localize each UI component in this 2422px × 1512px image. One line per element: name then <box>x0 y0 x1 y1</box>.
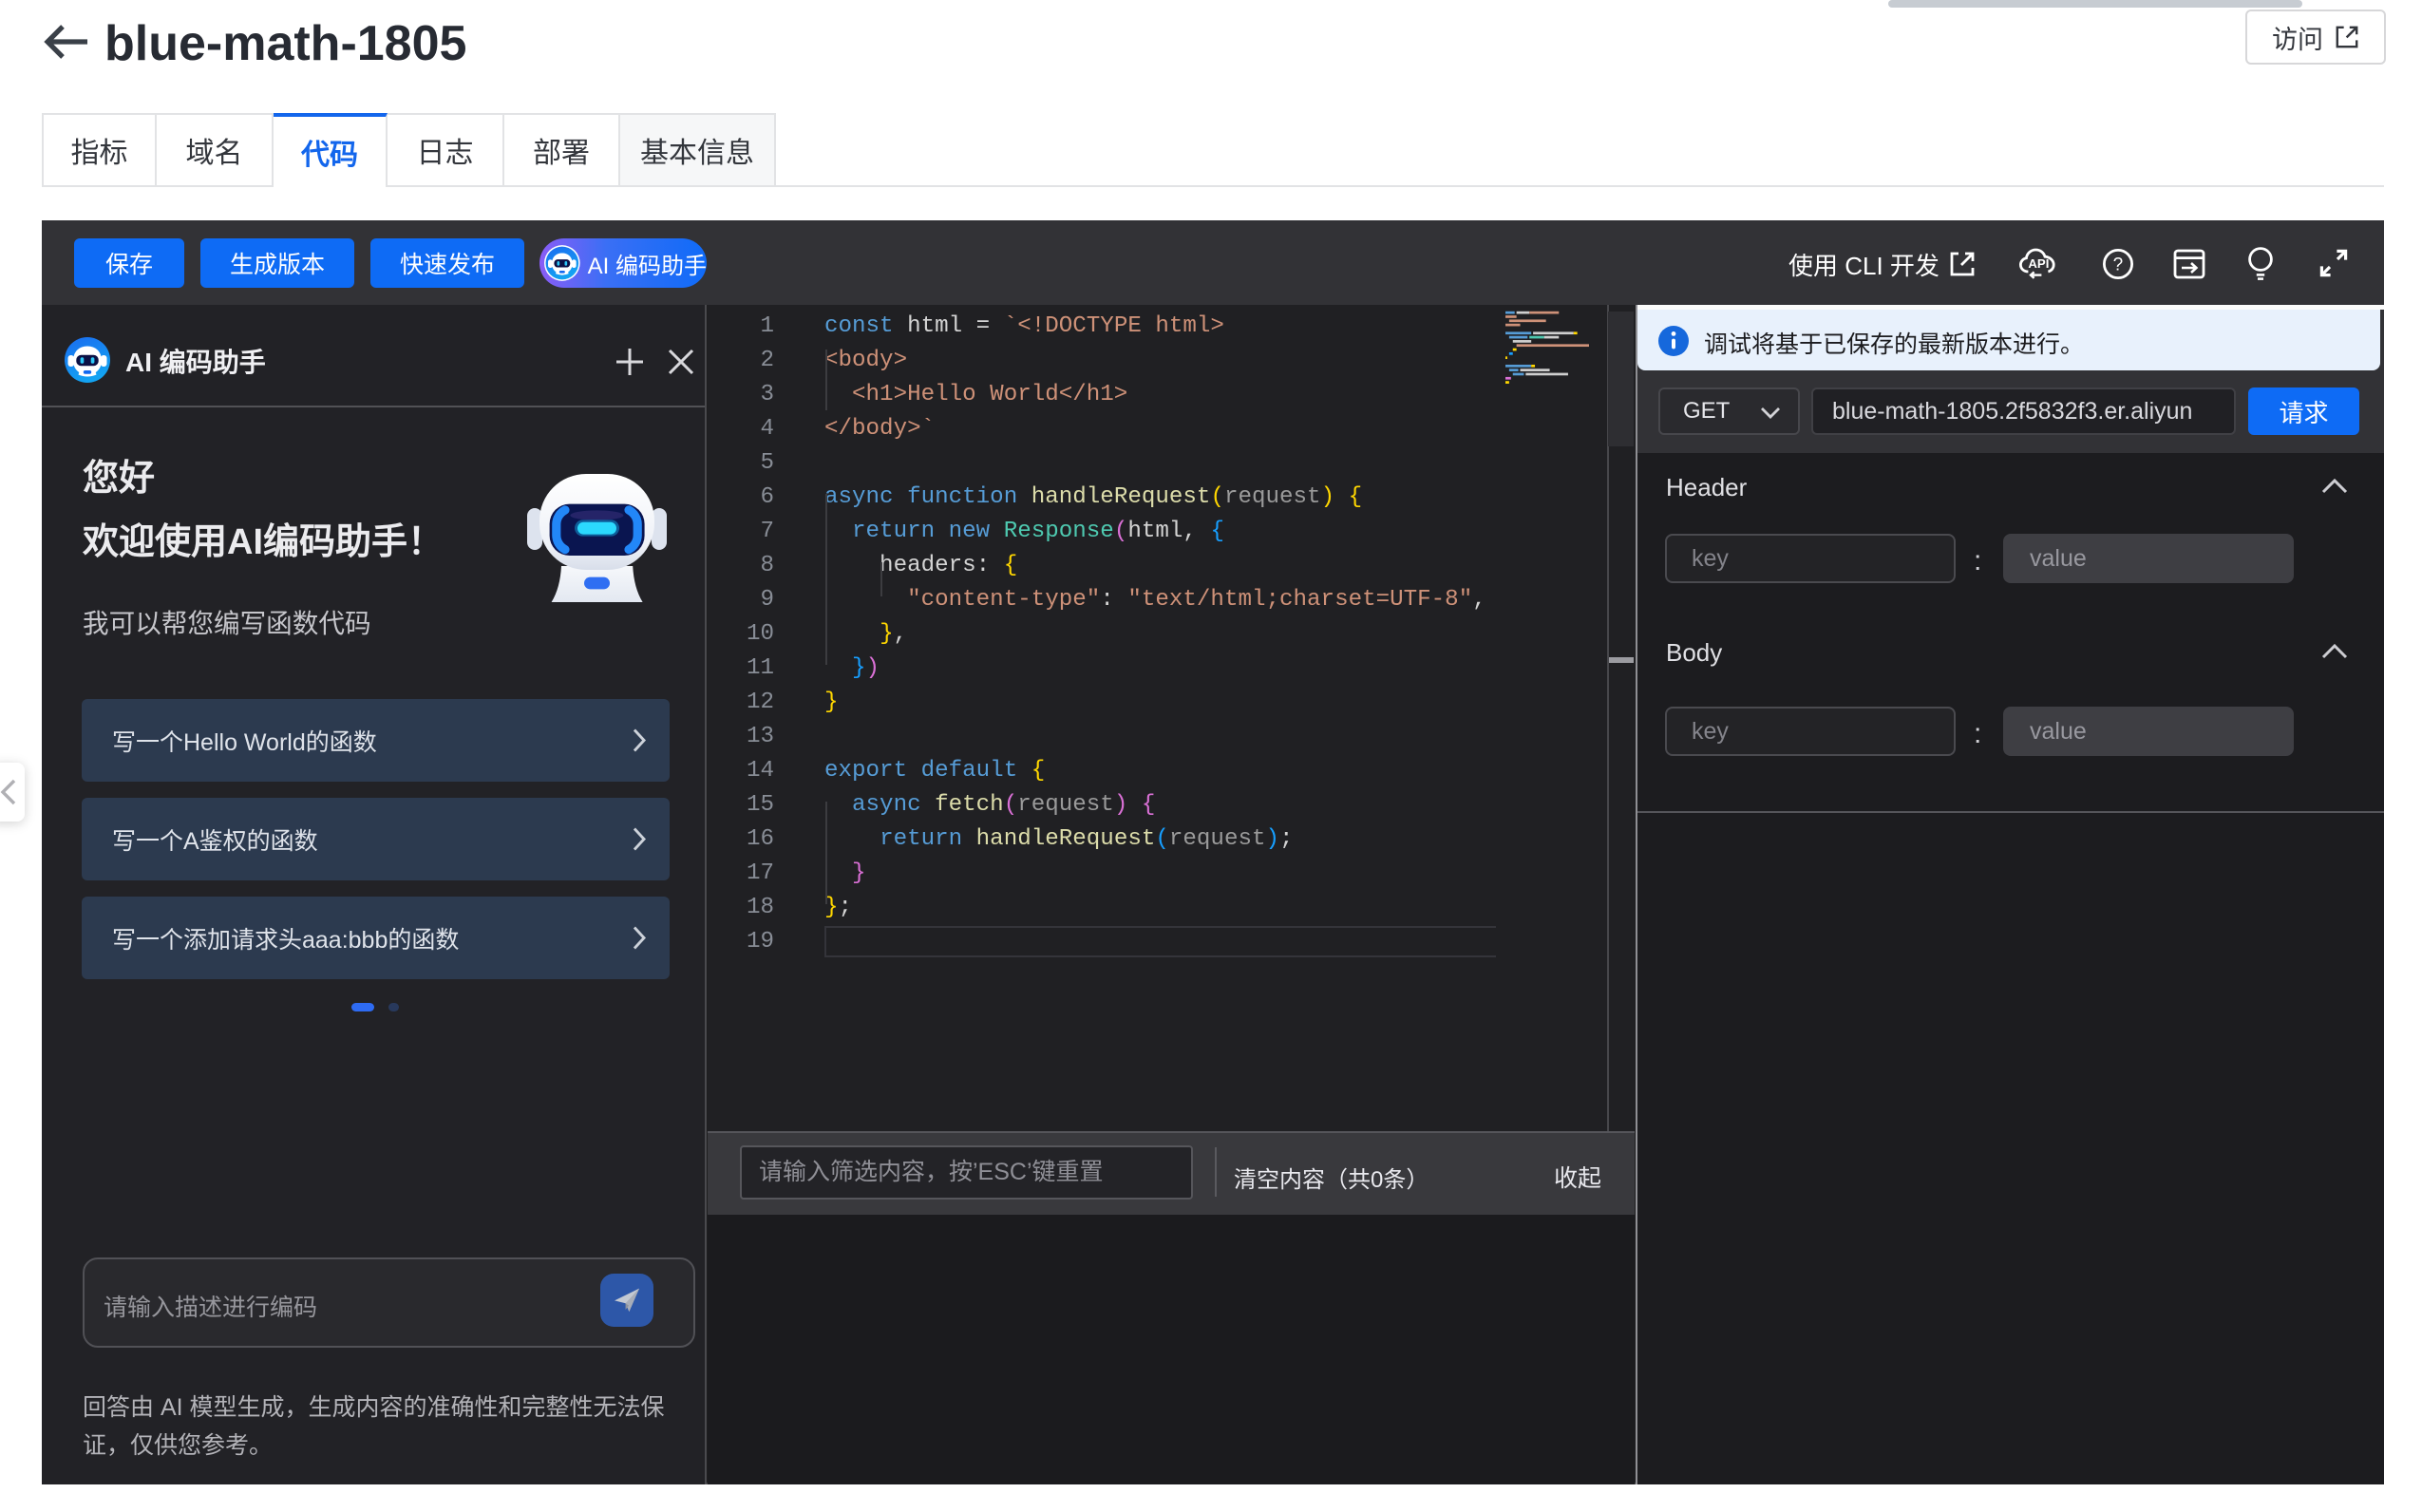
svg-text:?: ? <box>2113 255 2124 275</box>
svg-text:API: API <box>2028 256 2049 271</box>
